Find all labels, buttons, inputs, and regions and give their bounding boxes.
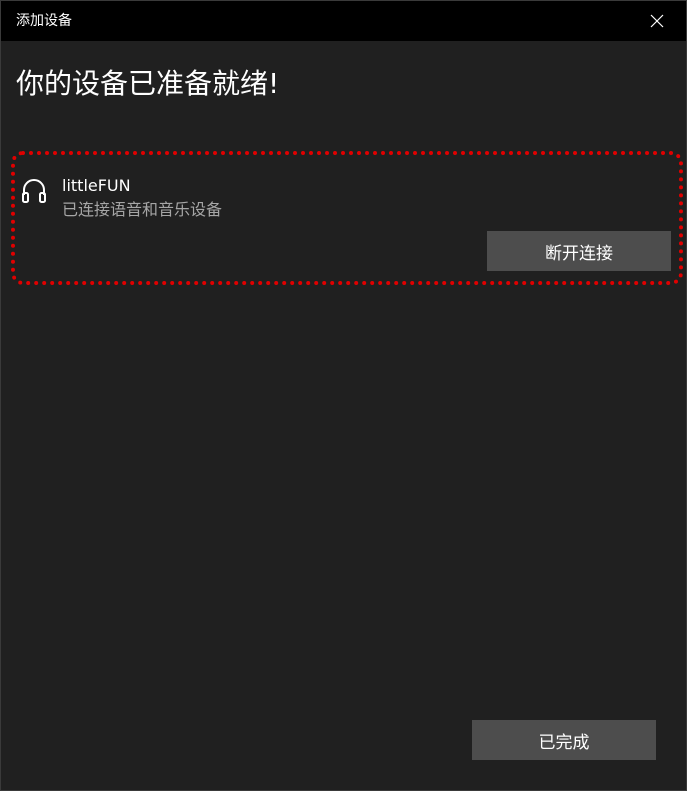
page-heading: 你的设备已准备就绪! — [16, 67, 280, 100]
device-name: littleFUN — [62, 176, 131, 195]
done-button[interactable]: 已完成 — [472, 720, 656, 760]
device-card: littleFUN 已连接语音和音乐设备 断开连接 — [11, 151, 683, 285]
add-device-dialog: 添加设备 你的设备已准备就绪! littleFUN 已连接语音和音乐设备 断开连… — [0, 0, 687, 791]
disconnect-button[interactable]: 断开连接 — [487, 231, 671, 271]
close-icon — [650, 14, 664, 28]
close-button[interactable] — [628, 1, 686, 41]
headphones-icon — [22, 179, 46, 203]
title-bar: 添加设备 — [1, 1, 686, 41]
device-status: 已连接语音和音乐设备 — [62, 200, 223, 219]
window-title: 添加设备 — [16, 13, 72, 29]
